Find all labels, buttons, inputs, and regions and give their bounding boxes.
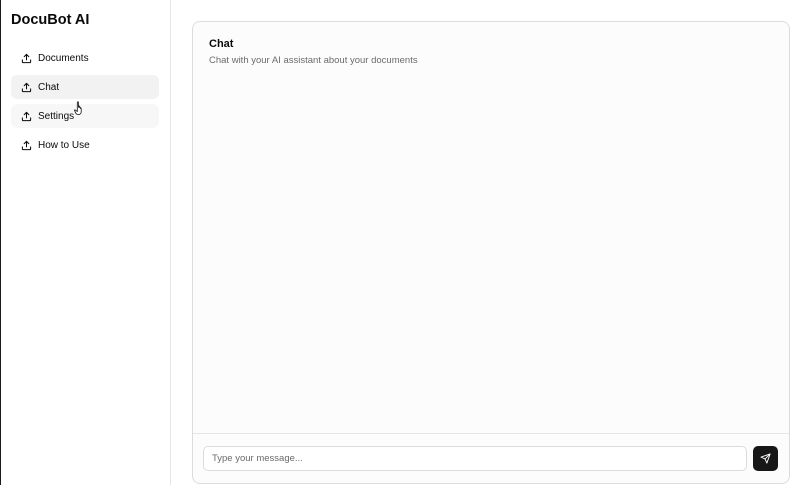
main-content: Chat Chat with your AI assistant about y… [171,0,806,485]
sidebar-item-label: Settings [38,110,75,122]
sidebar: DocuBot AI Documents Chat Settings How t… [0,0,171,485]
sidebar-item-how-to-use[interactable]: How to Use [11,133,159,157]
chat-subtitle: Chat with your AI assistant about your d… [209,55,418,66]
message-composer [193,433,789,483]
sidebar-item-documents[interactable]: Documents [11,46,159,70]
chat-card: Chat Chat with your AI assistant about y… [192,21,790,484]
upload-icon [21,111,32,121]
upload-icon [21,140,32,150]
sidebar-item-chat[interactable]: Chat [11,75,159,99]
chat-title: Chat [209,38,234,50]
sidebar-item-settings[interactable]: Settings [11,104,159,128]
sidebar-item-label: Chat [38,81,60,93]
send-button[interactable] [753,446,778,472]
sidebar-item-label: Documents [38,52,89,64]
upload-icon [21,82,32,92]
sidebar-nav: Documents Chat Settings How to Use [11,46,159,157]
message-input[interactable] [203,446,747,472]
upload-icon [21,53,32,63]
sidebar-item-label: How to Use [38,139,90,151]
chat-area: Chat Chat with your AI assistant about y… [193,22,789,433]
app-title: DocuBot AI [11,12,90,28]
send-icon [760,453,771,464]
app-window: DocuBot AI Documents Chat Settings How t… [0,0,806,485]
